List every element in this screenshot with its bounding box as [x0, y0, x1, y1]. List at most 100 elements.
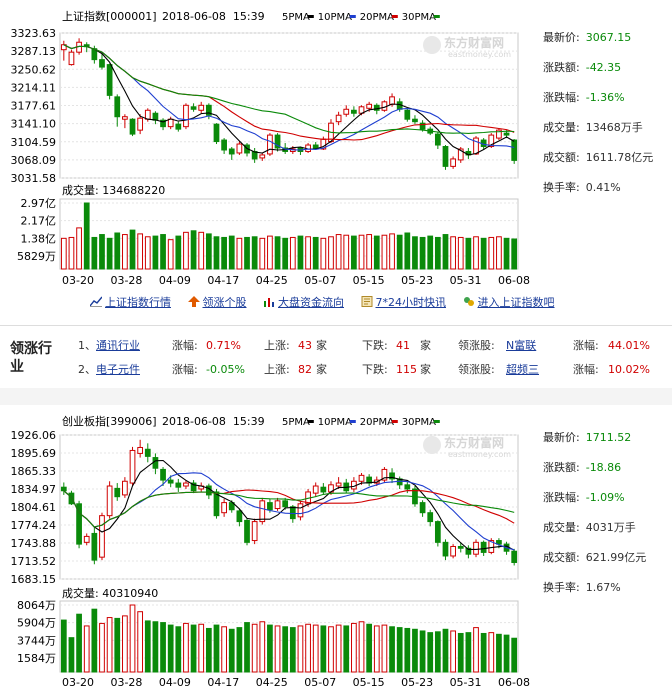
candle-body	[434, 521, 441, 543]
candle-body	[167, 118, 174, 128]
cy-volume-grid	[59, 600, 519, 673]
sector-chg: 0.71%	[206, 339, 241, 352]
candle-body	[144, 448, 151, 457]
cy-index-panel: 创业板指[399006] 2018-06-08 15:39 5PMA 10PMA 2…	[0, 405, 672, 690]
candle-body	[137, 117, 144, 131]
volume-bar	[259, 237, 266, 270]
stat-row: 换手率: 1.67%	[543, 573, 668, 603]
stat-row: 涨跌额: -42.35	[543, 53, 668, 83]
date-tick: 04-17	[207, 274, 239, 287]
ma-legend-label: 5PMA	[282, 12, 310, 23]
sh-volume-bars	[60, 202, 518, 270]
volume-bar	[351, 235, 357, 270]
volume-bar	[366, 234, 373, 270]
volume-bar	[297, 235, 304, 270]
volume-frame	[59, 198, 519, 270]
candle-body	[366, 103, 373, 109]
volume-bar	[60, 619, 67, 673]
sh-ma-legend: 5PMA 10PMA 20PMA 30PMA	[282, 12, 440, 23]
sector-name-link[interactable]: 电子元件	[96, 363, 140, 376]
candle-body	[259, 500, 266, 523]
cy-index-chart[interactable]: 创业板指[399006] 2018-06-08 15:39 5PMA 10PMA 2…	[0, 405, 540, 690]
volume-bar	[282, 626, 289, 673]
candle-body	[60, 486, 67, 492]
sector-cell-wrap: 家	[420, 359, 431, 381]
sh-index-chart[interactable]: 上证指数[000001] 2018-06-08 15:39 5PMA 10PMA 2…	[0, 0, 540, 290]
volume-bar	[122, 615, 128, 673]
leading-stock-link[interactable]: N富联	[506, 339, 536, 352]
volume-bar	[404, 232, 411, 270]
price-tick: 1713.52	[11, 555, 57, 568]
link-news-24h[interactable]: 7*24小时快讯	[361, 296, 446, 309]
stat-row: 成交量: 13468万手	[543, 113, 668, 143]
sector-cell-wrap: 115	[396, 359, 417, 381]
sh-watermark: 东方财富网 eastmoney.com	[423, 35, 511, 59]
candle-body	[221, 139, 227, 151]
stat-value: 621.99亿元	[585, 551, 647, 564]
price-tick: 3104.59	[11, 136, 57, 149]
volume-tick: 5904万	[17, 617, 56, 630]
volume-bar	[251, 236, 258, 270]
volume-bar	[167, 239, 174, 270]
volume-bar	[236, 237, 243, 270]
candle-body	[404, 484, 411, 490]
stat-row: 成交额: 1611.78亿元	[543, 143, 668, 173]
volume-bar	[343, 625, 350, 673]
volume-bar	[480, 237, 487, 270]
stat-label: 成交额:	[543, 151, 580, 164]
volume-bar	[152, 621, 159, 673]
volume-bar	[236, 627, 243, 673]
volume-bar	[496, 633, 502, 673]
price-tick: 1774.24	[11, 519, 57, 532]
candle-body	[442, 541, 449, 557]
ma-legend-swatch	[349, 15, 356, 18]
volume-bar	[274, 236, 281, 270]
date-tick: 03-20	[62, 274, 94, 287]
sector-title: 领涨行业	[10, 341, 52, 375]
price-tick: 1804.61	[11, 501, 57, 514]
candle-body	[167, 479, 174, 484]
cy-ma-legend: 5PMA 10PMA 20PMA 30PMA	[282, 417, 440, 428]
sh-stats: 最新价: 3067.15 涨跌额: -42.35 涨跌幅: -1.36% 成交量: 13468…	[543, 23, 668, 203]
link-sh-market[interactable]: 上证指数行情	[90, 296, 171, 309]
volume-bar	[160, 234, 166, 270]
volume-bar	[68, 637, 75, 673]
volume-bar	[228, 235, 235, 270]
sector-chg: -0.05%	[206, 363, 245, 376]
sector-cell-wrap: 家	[420, 335, 431, 357]
candle-body	[480, 541, 487, 553]
stat-value: 1611.78亿元	[585, 151, 654, 164]
volume-bar	[129, 604, 136, 673]
volume-bar	[457, 632, 464, 673]
sector-lead-label: 领涨股:	[458, 339, 495, 352]
volume-tick: 5829万	[17, 250, 56, 263]
sh-watermark-url: eastmoney.com	[448, 50, 511, 59]
link-leading-stocks[interactable]: 领涨个股	[187, 296, 247, 309]
sector-up: 82	[298, 363, 312, 376]
volume-bar	[106, 237, 113, 270]
sector-name-link[interactable]: 通讯行业	[96, 339, 140, 352]
volume-bar	[198, 231, 205, 270]
candle-body	[312, 144, 319, 149]
news-icon	[361, 296, 372, 307]
candle-body	[137, 446, 144, 454]
volume-bar	[114, 617, 121, 673]
candle-body	[427, 512, 434, 523]
volume-bar	[76, 227, 82, 270]
date-tick: 05-15	[353, 274, 385, 287]
volume-bar	[183, 622, 189, 673]
volume-bar	[335, 234, 342, 270]
date-tick: 06-08	[498, 274, 530, 287]
date-tick: 05-07	[304, 676, 336, 689]
volume-bar	[442, 234, 449, 270]
stat-label: 换手率:	[543, 181, 580, 194]
sector-cell-wrap: 家	[316, 359, 327, 381]
volume-bar	[76, 613, 82, 673]
link-fund-flow[interactable]: 大盘资金流向	[263, 296, 344, 309]
leading-stock-link[interactable]: 超频三	[506, 363, 539, 376]
volume-bar	[305, 236, 311, 270]
link-forum[interactable]: 进入上证指数吧	[463, 296, 555, 309]
candle-body	[198, 104, 205, 111]
ma-line	[63, 44, 515, 156]
date-tick: 05-23	[401, 274, 433, 287]
